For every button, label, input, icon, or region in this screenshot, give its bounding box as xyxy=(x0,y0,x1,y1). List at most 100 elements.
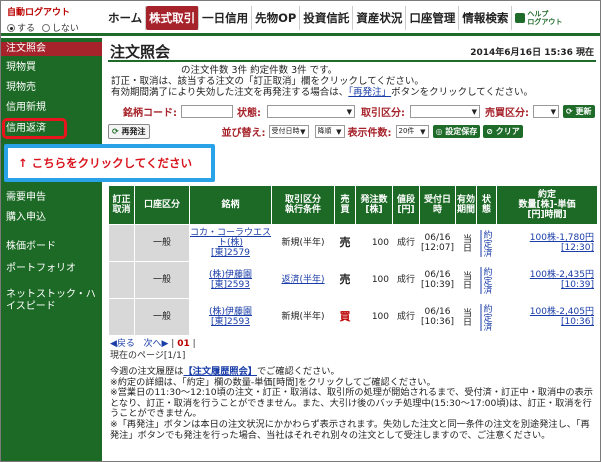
col-side: 売 買 xyxy=(334,185,356,225)
update-button[interactable]: ⟳ 更新 xyxy=(563,105,595,118)
col-cancel: 訂正 取消 xyxy=(108,185,135,225)
nav-stock-trading[interactable]: 株式取引 xyxy=(146,6,200,30)
help-logout-button[interactable]: ヘルプ ログアウト xyxy=(512,6,565,30)
sidebar-item-spot-sell[interactable]: 現物売 xyxy=(1,82,102,94)
col-exec: 約定 数量[株]-単価 [円]時間] xyxy=(496,185,598,225)
order-count: の注文件数 3件 約定件数 3件 です。 xyxy=(181,65,338,76)
prev-link[interactable]: ◀戻る xyxy=(110,339,135,349)
sidebar-item-portfolio[interactable]: ポートフォリオ xyxy=(1,263,102,275)
page-title: 注文照会 xyxy=(110,43,171,61)
reorder-button-label: 再発注 xyxy=(121,127,146,136)
stock-code[interactable]: [東]2579 xyxy=(211,248,250,258)
order-select[interactable]: 降順 ▼ xyxy=(314,125,345,138)
status-link[interactable]: 約定済 xyxy=(482,267,492,294)
chevron-down-icon: ▼ xyxy=(300,128,306,136)
sort-select[interactable]: 受付日時 ▼ xyxy=(268,125,309,138)
qty-cell: 100 xyxy=(355,298,393,336)
table-header-row: 訂正 取消 口座区分 銘柄 取引区分 執行条件 売 買 発注数 [株] 値段 [… xyxy=(108,185,598,225)
callout-text: ↑ こちらをクリックしてください xyxy=(8,148,211,178)
date-value: 06/16 xyxy=(424,307,451,317)
stock-code[interactable]: [東]2593 xyxy=(211,280,250,290)
exec-cell: 100株-2,435円 [10:39] xyxy=(496,261,598,299)
nav-asset-status[interactable]: 資産状況 xyxy=(353,6,407,30)
status-cell: 約定済 xyxy=(476,224,497,262)
refresh-icon: ⟳ xyxy=(566,107,573,116)
period-cell: 当日 xyxy=(455,224,477,262)
status-link[interactable]: 約定済 xyxy=(482,304,492,331)
col-account: 口座区分 xyxy=(134,185,190,225)
reorder-button[interactable]: ⟳ 再発注 xyxy=(108,124,150,139)
stock-link[interactable]: (株)伊藤園 xyxy=(209,270,252,280)
stock-code[interactable]: [東]2593 xyxy=(211,317,250,327)
col-qty: 発注数 [株] xyxy=(355,185,393,225)
reorder-link[interactable]: 「再発注」 xyxy=(348,87,391,98)
exec-link[interactable]: 100株-2,405円 xyxy=(530,307,594,317)
sidebar-item-margin-new[interactable]: 信用新規 xyxy=(1,102,102,114)
next-link[interactable]: 次へ▶ xyxy=(144,339,169,349)
type-cell: 新規(半年) xyxy=(271,224,335,262)
cancel-cell xyxy=(108,298,135,336)
history-text-a: 今週の注文履歴は xyxy=(110,366,184,377)
nav-home[interactable]: ホーム xyxy=(105,6,147,30)
sidebar-item-demand[interactable]: 需要申告 xyxy=(1,192,102,204)
nav-futures-options[interactable]: 先物OP xyxy=(252,6,301,30)
exec-time[interactable]: [10:36] xyxy=(561,317,594,327)
sidebar-item-order-inquiry[interactable]: 注文照会 xyxy=(1,42,102,56)
autologout-on-radio[interactable] xyxy=(7,24,15,32)
current-date: 2014年6月16日 15:36 現在 xyxy=(470,48,594,58)
display-select-value: 20件 xyxy=(398,127,415,135)
sidebar-item-stock-board[interactable]: 株価ボード xyxy=(1,241,102,253)
code-input[interactable] xyxy=(181,105,233,118)
side-cell: 売 xyxy=(334,261,356,299)
chevron-down-icon: ▼ xyxy=(420,128,426,136)
clear-button[interactable]: ⊘ クリア xyxy=(483,125,523,138)
code-label: 銘柄コード: xyxy=(123,108,177,119)
sidebar-item-netstock[interactable]: ネットストック・ハイスピード xyxy=(1,289,96,313)
autologout-off-label: しない xyxy=(51,24,79,34)
price-cell: 成行 xyxy=(392,224,420,262)
help-logout-label: ヘルプ ログアウト xyxy=(527,10,563,26)
title-divider xyxy=(108,60,596,62)
stock-link[interactable]: (株)伊藤園 xyxy=(209,307,252,317)
nav-info-search[interactable]: 情報検索 xyxy=(459,6,513,30)
chevron-down-icon: ▼ xyxy=(346,108,352,116)
price-cell: 成行 xyxy=(392,261,420,299)
torihiki-select[interactable]: ▼ xyxy=(410,105,480,118)
display-select[interactable]: 20件 ▼ xyxy=(395,125,429,138)
save-button-label: 設定保存 xyxy=(445,127,478,136)
save-settings-button[interactable]: ◎ 設定保存 xyxy=(432,125,481,138)
note-3: ※「再発注」ボタンは本日の注文状況にかかわらず表示されます。失効した注文と同一条… xyxy=(110,418,590,441)
cancel-cell xyxy=(108,261,135,299)
type-cell: 新規(半年) xyxy=(271,298,335,336)
account-cell: 一般 xyxy=(134,298,190,336)
nav-account[interactable]: 口座管理 xyxy=(406,6,460,30)
status-link[interactable]: 約定済 xyxy=(482,230,492,257)
nav-investment-trust[interactable]: 投資信託 xyxy=(300,6,354,30)
autologout-off-radio[interactable] xyxy=(41,24,50,32)
order-table: 訂正 取消 口座区分 銘柄 取引区分 執行条件 売 買 発注数 [株] 値段 [… xyxy=(108,185,598,336)
status-select[interactable]: ▼ xyxy=(267,105,355,118)
baibai-select[interactable]: ▼ xyxy=(533,105,559,118)
side-cell: 買 xyxy=(334,298,356,336)
sidebar-item-purchase[interactable]: 購入申込 xyxy=(1,212,102,224)
sort-select-value: 受付日時 xyxy=(271,127,300,135)
exec-link[interactable]: 100株-2,435円 xyxy=(530,270,594,280)
exec-time[interactable]: [12:30] xyxy=(561,243,594,253)
account-cell: 一般 xyxy=(134,261,190,299)
sidebar-item-spot-buy[interactable]: 現物買 xyxy=(1,62,102,74)
exec-cell: 100株-2,405円 [10:36] xyxy=(496,298,598,336)
table-row: 一般 (株)伊藤園 [東]2593 返済(半年) 売 100 成行 06/16 [1… xyxy=(108,261,598,299)
history-link[interactable]: 【注文履歴照会】 xyxy=(184,366,258,377)
stock-cell: コカ・コーラウエスト(株) [東]2579 xyxy=(189,224,272,262)
note-2: ※営業日の11:30〜12:10頃の注文・訂正・取消は、取引所の処理が開始される… xyxy=(110,387,593,420)
stock-link[interactable]: コカ・コーラウエスト(株) xyxy=(190,228,271,248)
sort-row: ⟳ 再発注 並び替え: 受付日時 ▼ 降順 ▼ 表示件数: 20件 ▼ ◎ 設定保存 … xyxy=(108,124,596,139)
exec-cell: 100株-1,780円 [12:30] xyxy=(496,224,598,262)
exec-link[interactable]: 100株-1,780円 xyxy=(530,233,594,243)
side-cell: 売 xyxy=(334,224,356,262)
type-link[interactable]: 返済(半年) xyxy=(281,275,324,285)
chevron-down-icon: ▼ xyxy=(550,108,556,116)
order-select-value: 降順 xyxy=(317,127,332,135)
nav-day-margin[interactable]: 一日信用 xyxy=(199,6,253,30)
exec-time[interactable]: [10:39] xyxy=(561,280,594,290)
